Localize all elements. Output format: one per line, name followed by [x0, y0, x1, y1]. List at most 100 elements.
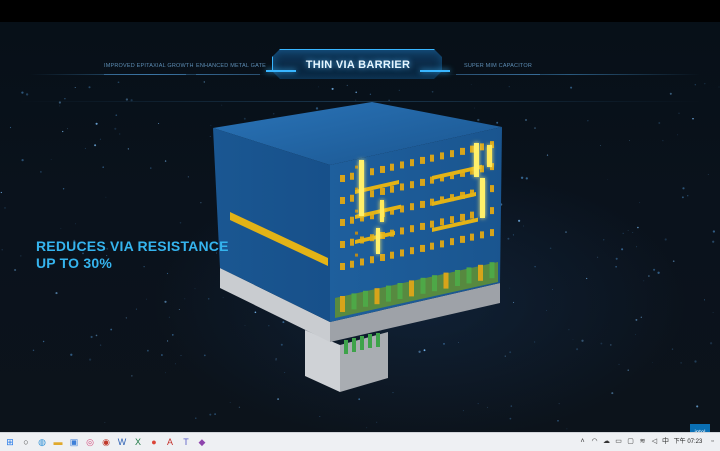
device-contact — [478, 264, 483, 281]
interconnect-segment — [380, 253, 385, 261]
device-contact — [386, 285, 391, 302]
interconnect-segment — [370, 168, 374, 176]
taskbar: ⊞ ○ ◍ ▬ ▣ ◎ ◉ W X ● A T ◆ ˄ ◠ ☁ ▭ ▢ ≋ ◁ … — [0, 432, 720, 451]
excel-icon[interactable]: X — [132, 436, 144, 448]
battery-icon[interactable]: ▭ — [614, 437, 623, 446]
device-contact — [466, 267, 472, 284]
file-explorer-icon[interactable]: ▬ — [52, 436, 64, 448]
volume-icon[interactable]: ◁ — [650, 437, 659, 446]
interconnect-segment — [420, 244, 425, 252]
interconnect-node — [355, 253, 358, 257]
interconnect-segment — [350, 238, 354, 246]
chrome-icon[interactable]: ● — [148, 436, 160, 448]
interconnect-segment — [440, 152, 444, 160]
interconnect-segment — [430, 220, 434, 228]
cloud-icon[interactable]: ☁ — [602, 437, 611, 446]
interconnect-segment — [410, 181, 414, 189]
interconnect-node — [355, 231, 358, 235]
interconnect-segment — [470, 233, 474, 241]
interconnect-segment — [380, 187, 385, 195]
interconnect-segment — [400, 227, 404, 235]
interconnect-segment — [490, 229, 494, 237]
interconnect-segment — [450, 150, 454, 158]
interconnect-segment — [470, 211, 474, 219]
section-navigation: IMPROVED EPITAXIAL GROWTH ENHANCED METAL… — [0, 22, 720, 112]
media-player-icon[interactable]: ◎ — [84, 436, 96, 448]
interconnect-segment — [490, 185, 494, 193]
headline: REDUCES VIA RESISTANCE UP TO 30% — [36, 238, 236, 272]
device-contact — [340, 296, 345, 312]
interconnect-segment — [340, 175, 345, 182]
device-contact — [489, 262, 495, 279]
app-icon[interactable]: ◉ — [100, 436, 112, 448]
interconnect-segment — [410, 247, 414, 255]
notification-icon[interactable]: ▫ — [708, 437, 717, 446]
interconnect-segment — [350, 216, 354, 224]
top-letterbox — [0, 0, 720, 22]
edge-icon[interactable]: ◍ — [36, 436, 48, 448]
network-icon[interactable]: ◠ — [590, 437, 599, 446]
interconnect-segment — [380, 165, 385, 173]
interconnect-segment — [460, 147, 465, 155]
interconnect-segment — [430, 242, 434, 250]
interconnect-node — [355, 165, 358, 169]
interconnect-segment — [410, 159, 414, 167]
interconnect-segment — [410, 225, 414, 233]
interconnect-segment — [350, 260, 354, 268]
interconnect-segment — [420, 156, 425, 164]
interconnect-segment — [370, 256, 374, 264]
device-contact — [409, 280, 414, 297]
headline-line-2: UP TO 30% — [36, 255, 112, 271]
acrobat-icon[interactable]: A — [164, 436, 176, 448]
device-contact — [351, 293, 357, 310]
interconnect-segment — [400, 249, 404, 257]
nav-item-improved-epitaxial-growth[interactable]: IMPROVED EPITAXIAL GROWTH — [104, 58, 193, 75]
interconnect-segment — [370, 190, 374, 198]
interconnect-segment — [410, 203, 414, 211]
interconnect-segment — [480, 143, 484, 151]
device-contact — [363, 290, 368, 307]
nav-item-enhanced-metal-gate[interactable]: ENHANCED METAL GATE — [196, 58, 266, 75]
interconnect-segment — [430, 154, 434, 162]
search-icon[interactable]: ○ — [20, 436, 32, 448]
clock[interactable]: 下午 07:23 — [670, 433, 706, 451]
interconnect-segment — [340, 197, 345, 204]
interconnect-segment — [420, 178, 425, 186]
interconnect-segment — [420, 222, 425, 230]
interconnect-segment — [420, 200, 425, 208]
device-contact — [455, 270, 460, 286]
interconnect-segment — [490, 207, 494, 215]
interconnect-segment — [400, 183, 404, 191]
teams-icon[interactable]: T — [180, 436, 192, 448]
interconnect-segment — [340, 263, 345, 270]
interconnect-segment — [350, 172, 354, 180]
display-icon[interactable]: ▢ — [626, 437, 635, 446]
windows-start-icon[interactable]: ⊞ — [4, 436, 16, 448]
pinned-app-icon[interactable]: ◆ — [196, 436, 208, 448]
nav-item-super-mim-capacitor[interactable]: SUPER MIM CAPACITOR — [456, 58, 540, 75]
word-icon[interactable]: W — [116, 436, 128, 448]
interconnect-segment — [440, 218, 444, 226]
nav-active-label: THIN VIA BARRIER — [305, 59, 411, 71]
interconnect-segment — [390, 163, 394, 171]
interconnect-segment — [480, 231, 484, 239]
nav-underline — [15, 101, 705, 102]
interconnect-node — [355, 209, 358, 213]
device-contact — [420, 277, 426, 294]
tray-overflow-icon[interactable]: ˄ — [578, 437, 587, 446]
nav-active-cap-left — [266, 70, 296, 72]
presentation-scene: IMPROVED EPITAXIAL GROWTH ENHANCED METAL… — [0, 22, 720, 432]
device-contact — [432, 275, 437, 292]
device-contact — [374, 288, 380, 305]
interconnect-segment — [440, 240, 444, 248]
wifi-icon[interactable]: ≋ — [638, 437, 647, 446]
interconnect-segment — [360, 258, 364, 266]
interconnect-segment — [390, 185, 394, 193]
device-contact — [443, 272, 449, 289]
ime-icon[interactable]: 中 — [661, 437, 670, 446]
photos-icon[interactable]: ▣ — [68, 436, 80, 448]
interconnect-segment — [390, 251, 394, 259]
interconnect-segment — [340, 219, 345, 226]
interconnect-segment — [470, 145, 474, 153]
nav-item-thin-via-barrier[interactable]: THIN VIA BARRIER — [272, 49, 442, 79]
